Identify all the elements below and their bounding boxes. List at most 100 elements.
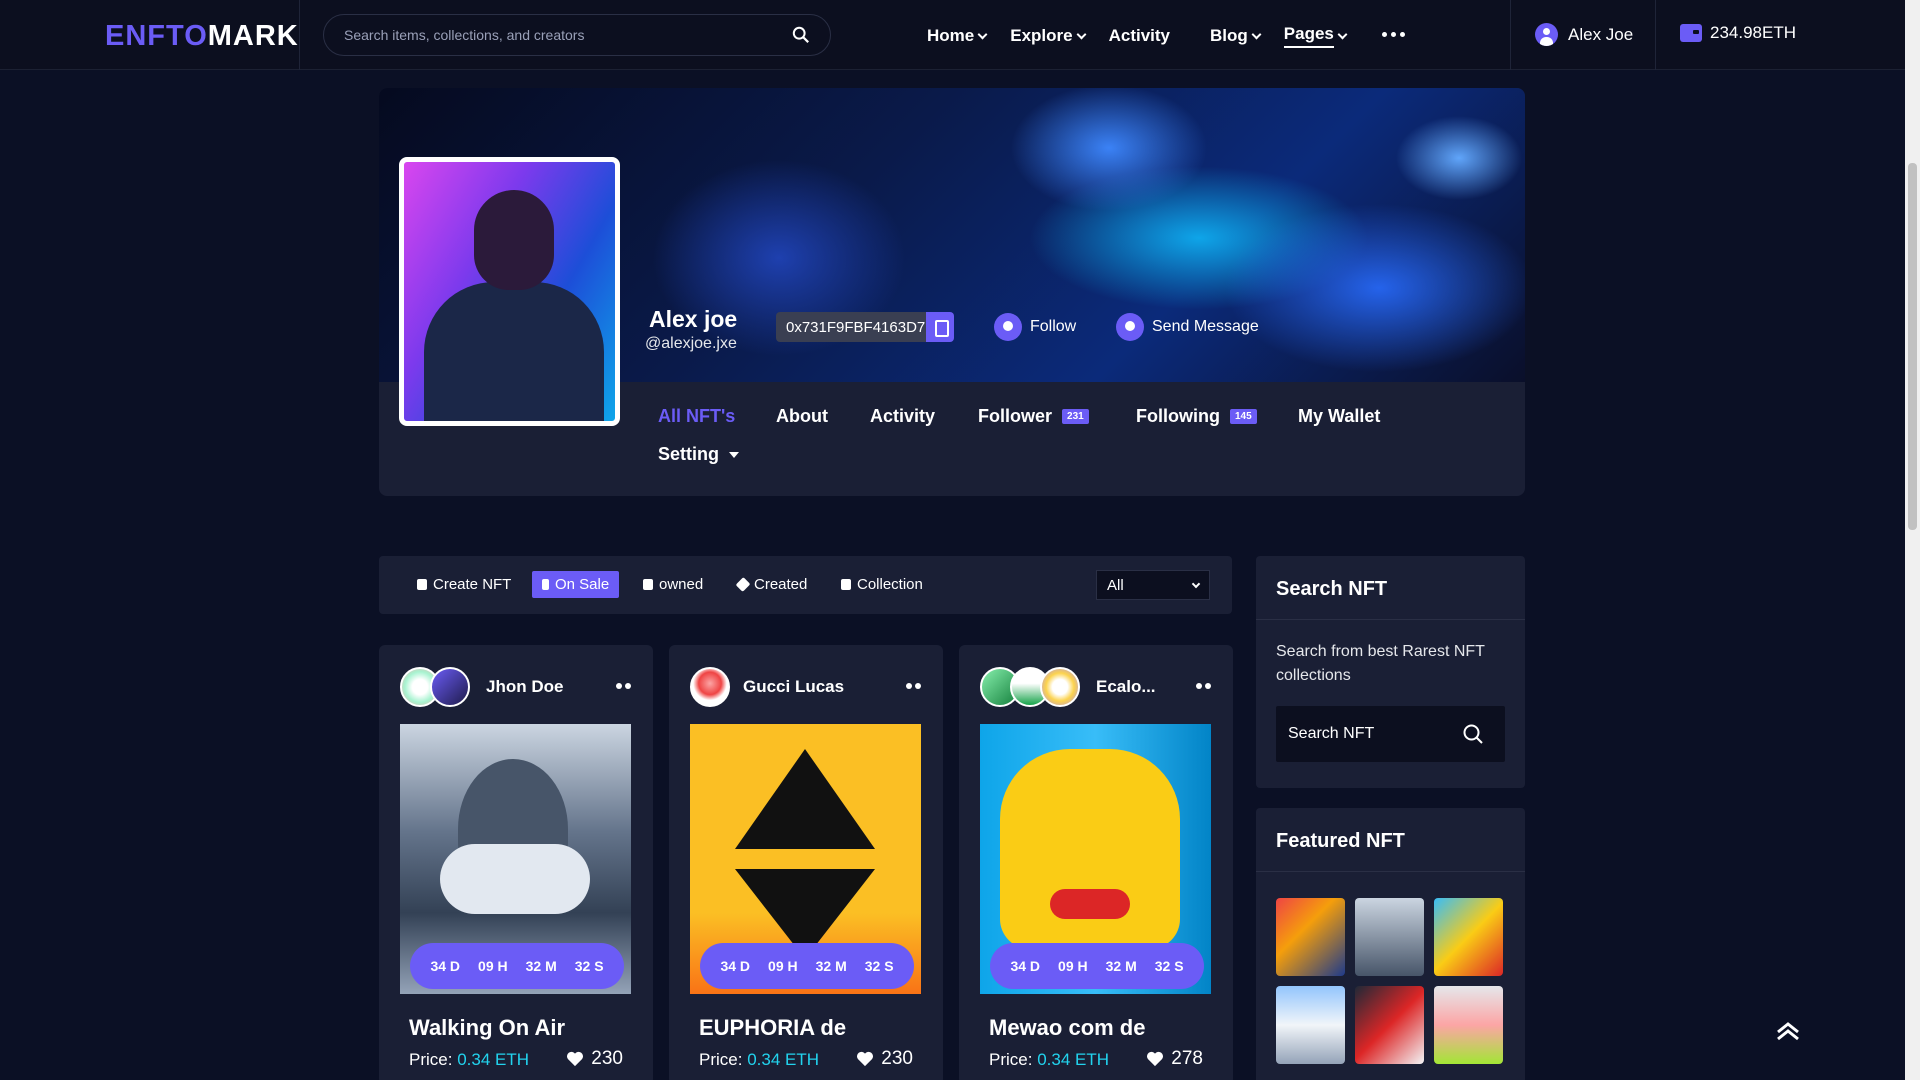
- filter-select[interactable]: All: [1096, 570, 1210, 600]
- card-more-icon[interactable]: [906, 683, 921, 689]
- countdown-hours: 09 H: [478, 958, 508, 974]
- card-more-icon[interactable]: [1196, 683, 1211, 689]
- card-more-icon[interactable]: [616, 683, 631, 689]
- bear-shape: [1000, 749, 1180, 949]
- countdown-days: 34 D: [430, 958, 461, 974]
- filter-on-sale[interactable]: On Sale: [532, 571, 620, 598]
- nft-image[interactable]: 34 D 09 H 32 M 32 S: [980, 724, 1211, 994]
- logo[interactable]: ENFTOMARK: [105, 20, 299, 53]
- featured-thumb[interactable]: [1276, 898, 1345, 976]
- chevron-down-icon: [1251, 29, 1262, 39]
- nav-pages[interactable]: Pages: [1283, 24, 1348, 48]
- nav-activity-label: Activity: [1108, 26, 1171, 45]
- scrollbar-track[interactable]: [1905, 0, 1920, 1080]
- nft-price: Price: 0.34 ETH: [409, 1050, 529, 1070]
- filter-created[interactable]: Created: [735, 576, 808, 593]
- card-owner[interactable]: Jhon Doe: [486, 677, 563, 697]
- countdown-days: 34 D: [1010, 958, 1041, 974]
- nft-card[interactable]: Ecalo... 34 D 09 H 32 M 32 S Mewao com de P…: [959, 645, 1233, 1080]
- owner-avatars: [980, 667, 1080, 707]
- back-to-top-icon[interactable]: [1775, 1020, 1801, 1042]
- tab-all-nfts[interactable]: All NFT's: [658, 406, 735, 427]
- header-search-input[interactable]: [344, 25, 764, 45]
- follower-count-badge: 231: [1062, 409, 1089, 424]
- filter-on-sale-label: On Sale: [555, 576, 610, 593]
- sidebar-search-box: [1276, 706, 1505, 762]
- logo-part-2: MARK: [207, 20, 299, 52]
- filter-created-label: Created: [754, 576, 808, 593]
- header-divider: [1655, 0, 1656, 70]
- bolt-icon: [542, 579, 549, 590]
- price-value: 0.34 ETH: [1037, 1050, 1110, 1069]
- more-menu-icon[interactable]: [1382, 32, 1405, 37]
- search-icon[interactable]: [1463, 724, 1483, 744]
- nft-title[interactable]: EUPHORIA de: [699, 1015, 846, 1041]
- featured-thumb[interactable]: [1276, 986, 1345, 1064]
- featured-grid: [1276, 898, 1503, 1064]
- tab-my-wallet[interactable]: My Wallet: [1298, 406, 1380, 427]
- avatar: [690, 667, 730, 707]
- countdown-hours: 09 H: [768, 958, 798, 974]
- filter-select-value: All: [1107, 577, 1124, 594]
- tab-about[interactable]: About: [776, 406, 828, 427]
- wallet-balance-value: 234.98ETH: [1710, 23, 1796, 42]
- nft-image[interactable]: 34 D 09 H 32 M 32 S: [400, 724, 631, 994]
- nft-card[interactable]: Jhon Doe 34 D 09 H 32 M 32 S Walking On Air…: [379, 645, 653, 1080]
- sidebar-featured-widget: Featured NFT: [1256, 808, 1525, 1080]
- card-owner[interactable]: Gucci Lucas: [743, 677, 844, 697]
- filter-collection[interactable]: Collection: [841, 576, 923, 593]
- filter-create-label: Create NFT: [433, 576, 512, 593]
- like-button[interactable]: 278: [1146, 1048, 1203, 1070]
- like-button[interactable]: 230: [856, 1048, 913, 1070]
- collection-icon: [841, 579, 851, 590]
- tab-setting[interactable]: Setting: [658, 444, 739, 465]
- wallet-small-icon: [643, 579, 653, 590]
- send-message-button[interactable]: Send Message: [1116, 313, 1259, 341]
- nft-image[interactable]: 34 D 09 H 32 M 32 S: [690, 724, 921, 994]
- send-message-label: Send Message: [1152, 318, 1259, 335]
- search-icon[interactable]: [792, 26, 810, 44]
- price-label: Price:: [409, 1050, 453, 1069]
- filter-create-nft[interactable]: Create NFT: [417, 576, 511, 593]
- profile-name: Alex joe: [649, 306, 738, 332]
- copy-icon[interactable]: [926, 312, 954, 342]
- header-search: [323, 14, 831, 56]
- avatar: [430, 667, 470, 707]
- nav-blog[interactable]: Blog: [1210, 24, 1262, 48]
- featured-thumb[interactable]: [1355, 986, 1424, 1064]
- nft-card[interactable]: Gucci Lucas 34 D 09 H 32 M 32 S EUPHORIA de…: [669, 645, 943, 1080]
- follow-button[interactable]: Follow: [994, 313, 1076, 341]
- sidebar-search-desc: Search from best Rarest NFT collections: [1276, 643, 1485, 684]
- scrollbar-thumb[interactable]: [1908, 163, 1917, 530]
- tab-following[interactable]: Following 145: [1136, 406, 1257, 427]
- chevron-down-icon: [977, 29, 988, 39]
- featured-thumb[interactable]: [1434, 986, 1503, 1064]
- profile-avatar: [399, 157, 620, 426]
- nft-title[interactable]: Mewao com de: [989, 1015, 1145, 1041]
- tab-setting-label: Setting: [658, 444, 719, 464]
- nft-title[interactable]: Walking On Air: [409, 1015, 565, 1041]
- chevron-down-icon: [1076, 29, 1087, 39]
- like-count: 230: [591, 1048, 623, 1069]
- nav-home[interactable]: Home: [927, 24, 988, 48]
- featured-thumb[interactable]: [1434, 898, 1503, 976]
- user-name: Alex Joe: [1568, 24, 1634, 44]
- nav-activity[interactable]: Activity: [1109, 24, 1170, 48]
- wallet-icon: [1680, 24, 1702, 42]
- tab-follower[interactable]: Follower 231: [978, 406, 1089, 427]
- card-owner[interactable]: Ecalo...: [1096, 677, 1156, 697]
- tab-activity[interactable]: Activity: [870, 406, 935, 427]
- nav-explore[interactable]: Explore: [1010, 24, 1087, 48]
- user-menu[interactable]: Alex Joe: [1535, 23, 1633, 46]
- owner-avatars: [400, 667, 470, 707]
- countdown-timer: 34 D 09 H 32 M 32 S: [990, 943, 1204, 989]
- bear-mouth-shape: [1050, 889, 1130, 919]
- wallet-balance[interactable]: 234.98ETH: [1680, 23, 1796, 43]
- filter-owned[interactable]: owned: [643, 576, 703, 593]
- countdown-days: 34 D: [720, 958, 751, 974]
- featured-thumb[interactable]: [1355, 898, 1424, 976]
- filter-owned-label: owned: [659, 576, 704, 593]
- star-icon: [994, 313, 1022, 341]
- like-button[interactable]: 230: [566, 1048, 623, 1070]
- sidebar-search-input[interactable]: [1288, 724, 1458, 744]
